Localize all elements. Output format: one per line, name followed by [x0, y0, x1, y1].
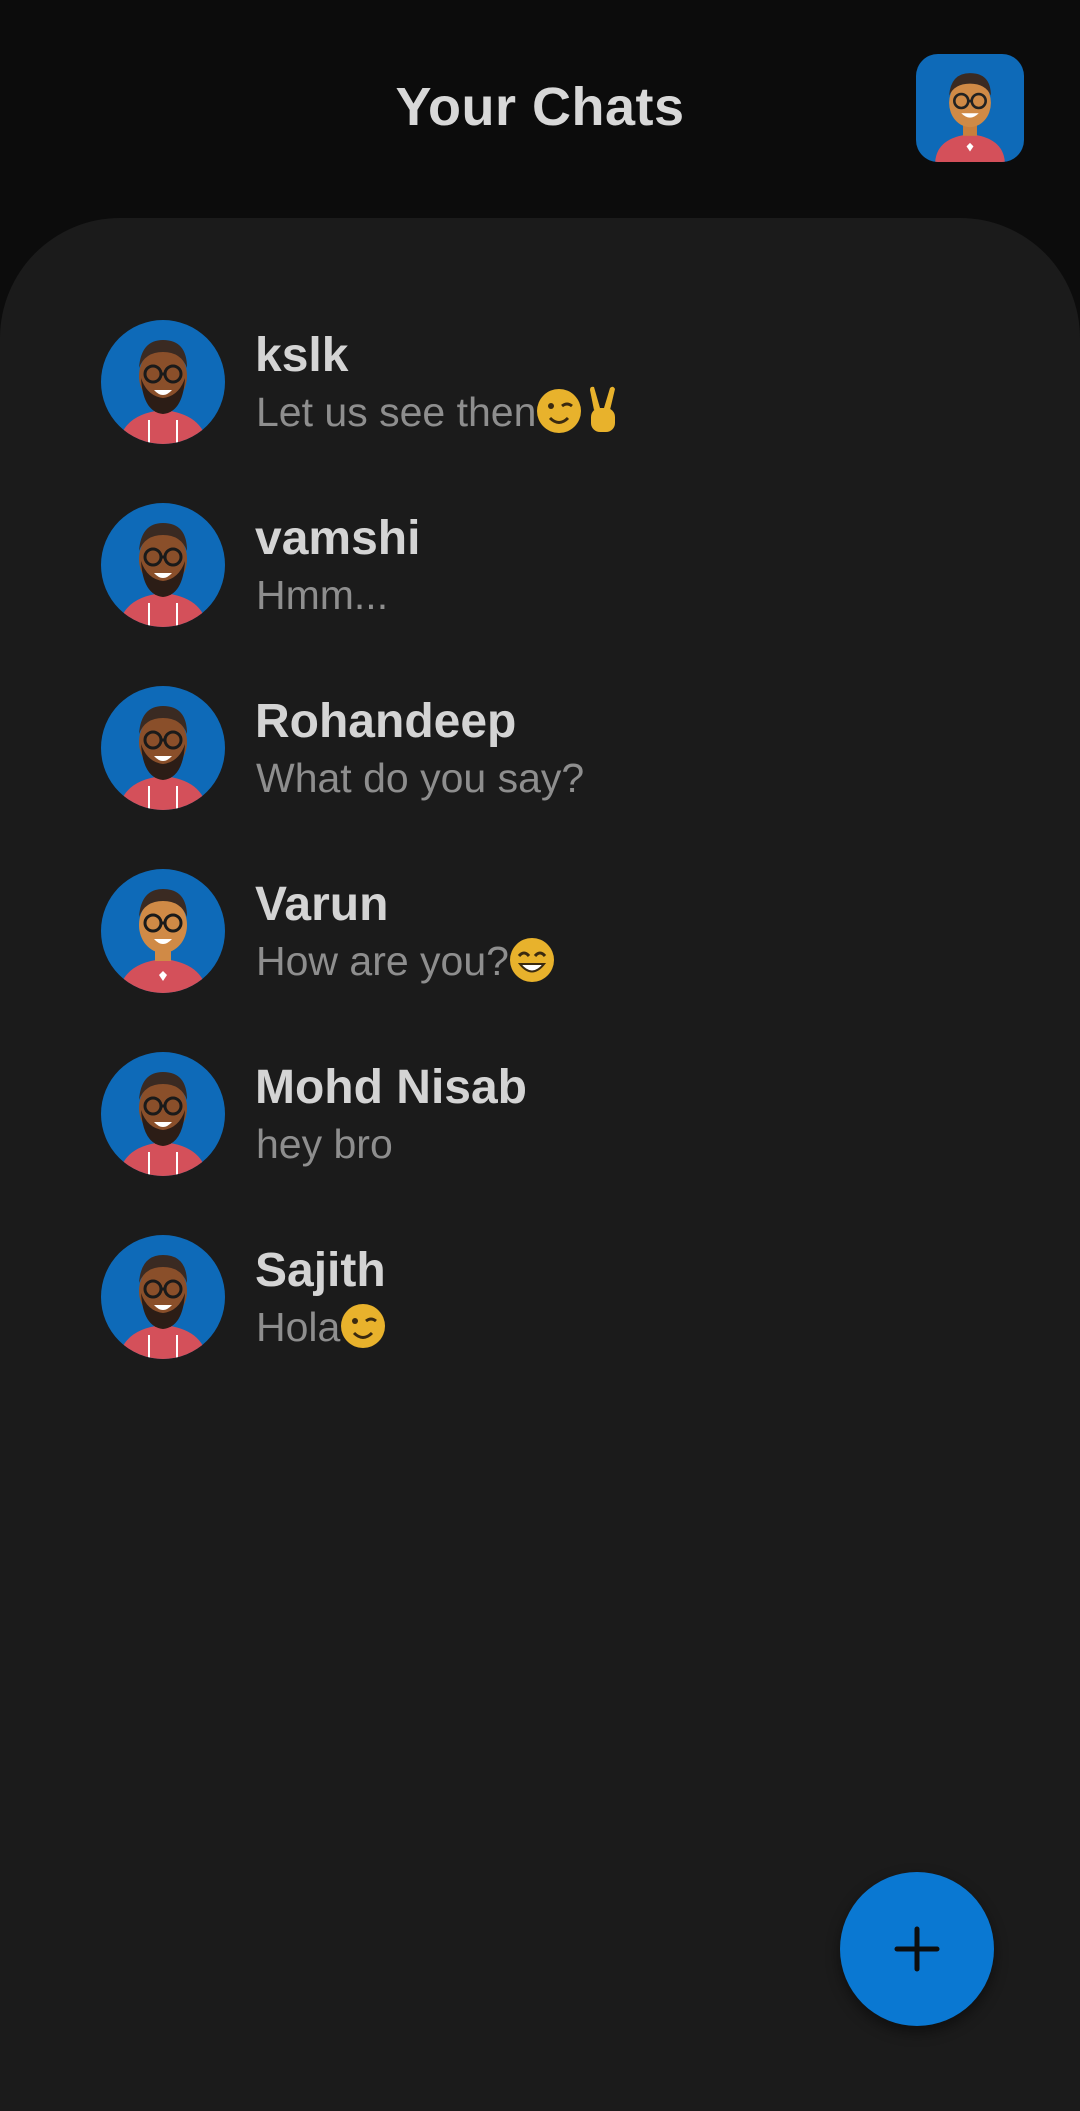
avatar [101, 1235, 225, 1359]
new-chat-button[interactable] [840, 1872, 994, 2026]
chat-preview: hey bro [256, 1121, 393, 1168]
avatar-icon [119, 889, 207, 993]
avatar-icon [119, 706, 207, 810]
chat-name: kslk [255, 329, 349, 382]
chat-preview-text: hey bro [256, 1121, 393, 1167]
chat-preview: Hola [256, 1304, 386, 1351]
chat-name: Rohandeep [255, 695, 517, 748]
chat-preview: How are you? [256, 938, 555, 985]
plus-icon [894, 1926, 940, 1972]
avatar [101, 1052, 225, 1176]
chat-name: vamshi [255, 512, 421, 565]
chat-list-item[interactable]: Sajith Hola [0, 1233, 1080, 1416]
chat-preview-text: Hmm... [256, 572, 389, 618]
chat-panel: kslk Let us see then vamshi Hmm... Rohandeep… [0, 218, 1080, 2111]
chat-list-item[interactable]: Mohd Nisab hey bro [0, 1050, 1080, 1233]
user-avatar-icon [935, 73, 1005, 162]
avatar [101, 503, 225, 627]
avatar [101, 869, 225, 993]
winking-face-icon [537, 389, 582, 434]
chat-preview-text: What do you say? [256, 755, 585, 801]
chat-preview: Let us see then [256, 386, 628, 436]
avatar-icon [119, 1255, 207, 1359]
chat-preview: Hmm... [256, 572, 388, 619]
winking-face-icon [341, 1304, 386, 1349]
chat-list-item[interactable]: Varun How are you? [0, 867, 1080, 1050]
chat-name: Mohd Nisab [255, 1061, 527, 1114]
chat-preview-text: How are you? [256, 938, 509, 984]
chat-preview: What do you say? [256, 755, 584, 802]
avatar [101, 686, 225, 810]
avatar-icon [119, 1072, 207, 1176]
avatar-icon [119, 523, 207, 627]
grinning-face-icon [509, 938, 554, 983]
chat-preview-text: Let us see then [256, 389, 537, 435]
avatar-icon [119, 340, 207, 444]
chat-preview-text: Hola [256, 1304, 341, 1350]
chat-list: kslk Let us see then vamshi Hmm... Rohandeep… [0, 318, 1080, 1416]
chat-name: Varun [255, 878, 389, 931]
chat-list-item[interactable]: vamshi Hmm... [0, 501, 1080, 684]
chat-list-item[interactable]: kslk Let us see then [0, 318, 1080, 501]
victory-hand-icon [590, 386, 616, 433]
avatar [101, 320, 225, 444]
app-header: Your Chats [0, 0, 1080, 218]
chats-screen: Your Chats kslk Let us see then vamshi Hmm.… [0, 0, 1080, 2111]
chat-list-item[interactable]: Rohandeep What do you say? [0, 684, 1080, 867]
profile-avatar-button[interactable] [916, 54, 1024, 162]
chat-name: Sajith [255, 1244, 386, 1297]
